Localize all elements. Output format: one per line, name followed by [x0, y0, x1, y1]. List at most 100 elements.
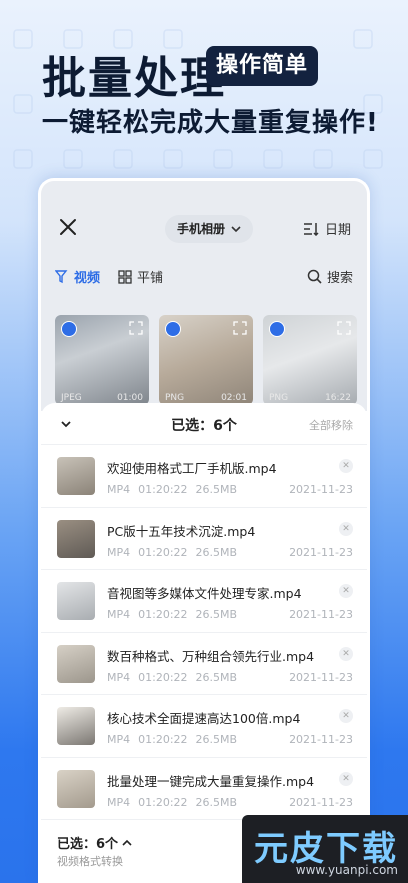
file-format: MP4 — [107, 670, 131, 684]
hero-subtitle: 一键轻松完成大量重复操作! — [42, 108, 379, 138]
hero-title: 批量处理 — [42, 53, 226, 104]
file-name: 欢迎使用格式工厂手机版.mp4 — [107, 461, 277, 476]
sort-button[interactable]: 日期 — [303, 219, 351, 238]
remove-icon[interactable]: ✕ — [339, 771, 353, 786]
file-thumbnail — [57, 769, 95, 808]
grid-icon — [118, 269, 132, 284]
tab-tile[interactable]: 平铺 — [118, 267, 163, 286]
file-format: MP4 — [107, 483, 131, 496]
file-duration: 01:20:22 — [138, 795, 188, 809]
thumb-format: PNG — [165, 393, 185, 403]
selected-number: 6个 — [213, 418, 237, 434]
file-meta: MP4 01:20:22 26.5MB — [107, 546, 237, 559]
hero-badge: 操作简单 — [206, 46, 319, 86]
tab-video[interactable]: 视频 — [55, 267, 100, 286]
sheet-header: 已选：6个 全部移除 — [41, 403, 367, 445]
file-duration: 01:20:22 — [138, 670, 188, 684]
footer-subtitle: 视频格式转换 — [57, 855, 123, 868]
file-size: 26.5MB — [195, 733, 238, 746]
remove-icon[interactable]: ✕ — [339, 646, 353, 661]
file-size: 26.5MB — [195, 608, 238, 621]
file-date: 2021-11-23 — [289, 483, 353, 496]
top-bar: 手机相册 日期 — [41, 181, 367, 273]
search-button[interactable]: 搜索 — [307, 267, 353, 286]
file-duration: 01:20:22 — [138, 733, 188, 746]
check-icon[interactable] — [61, 321, 77, 337]
phone-screen: 手机相册 日期 视频 平铺 搜索 JPEG 01:00 PNG 02:01 PN… — [38, 178, 370, 883]
file-name: 批量处理一键完成大量重复操作.mp4 — [107, 773, 315, 789]
sort-label: 日期 — [324, 223, 351, 238]
file-meta: MP4 01:20:22 26.5MB — [107, 608, 237, 621]
expand-icon[interactable] — [129, 321, 143, 335]
remove-all-button[interactable]: 全部移除 — [309, 417, 353, 433]
media-thumbnail[interactable]: PNG 16:22 — [263, 315, 357, 405]
file-row[interactable]: 数百种格式、万种组合领先行业.mp4 MP4 01:20:22 26.5MB 202… — [41, 633, 367, 695]
chevron-up-icon — [122, 839, 132, 846]
search-label: 搜索 — [326, 271, 353, 286]
file-thumbnail — [57, 707, 95, 745]
file-thumbnail — [57, 644, 95, 683]
file-name: 核心技术全面提速高达100倍.mp4 — [107, 711, 301, 726]
check-icon[interactable] — [269, 321, 285, 337]
selection-sheet: 已选：6个 全部移除 欢迎使用格式工厂手机版.mp4 MP4 01:20:22 26… — [41, 403, 367, 883]
footer-count: 已选：6个 — [57, 837, 119, 852]
remove-icon[interactable]: ✕ — [339, 709, 353, 723]
view-tabs: 视频 平铺 — [55, 267, 163, 286]
album-label: 手机相册 — [177, 222, 226, 236]
file-date: 2021-11-23 — [289, 733, 353, 746]
remove-icon[interactable]: ✕ — [339, 459, 353, 473]
file-row[interactable]: 核心技术全面提速高达100倍.mp4 MP4 01:20:22 26.5MB 202… — [41, 695, 367, 758]
file-duration: 01:20:22 — [138, 545, 188, 559]
album-selector[interactable]: 手机相册 — [165, 215, 254, 243]
file-meta: MP4 01:20:22 26.5MB — [107, 671, 237, 684]
file-format: MP4 — [107, 795, 131, 809]
chevron-down-icon — [231, 226, 241, 233]
selected-label: 已选： — [171, 418, 214, 434]
media-thumbnail[interactable]: JPEG 01:00 — [55, 315, 149, 405]
media-grid: JPEG 01:00 PNG 02:01 PNG 16:22 — [55, 315, 357, 405]
file-format: MP4 — [107, 733, 131, 746]
file-date: 2021-11-23 — [289, 608, 353, 621]
search-icon — [307, 269, 322, 284]
file-format: MP4 — [107, 608, 131, 621]
footer-selected-toggle[interactable]: 已选：6个 — [57, 833, 132, 852]
file-meta: MP4 01:20:22 26.5MB — [107, 796, 237, 809]
file-row[interactable]: 音视图等多媒体文件处理专家.mp4 MP4 01:20:22 26.5MB 2021… — [41, 570, 367, 633]
file-row[interactable]: 批量处理一键完成大量重复操作.mp4 MP4 01:20:22 26.5MB 202… — [41, 758, 367, 820]
tab-video-label: 视频 — [74, 271, 101, 286]
thumb-format: JPEG — [61, 393, 82, 403]
file-size: 26.5MB — [195, 483, 238, 496]
file-thumbnail — [57, 519, 95, 558]
thumb-duration: 02:01 — [221, 393, 247, 403]
thumb-duration: 01:00 — [117, 393, 143, 403]
remove-icon[interactable]: ✕ — [339, 521, 353, 536]
expand-icon[interactable] — [337, 321, 351, 335]
file-size: 26.5MB — [195, 545, 238, 559]
file-name: 音视图等多媒体文件处理专家.mp4 — [107, 586, 302, 601]
expand-icon[interactable] — [233, 321, 247, 335]
file-row[interactable]: PC版十五年技术沉淀.mp4 MP4 01:20:22 26.5MB 2021-11… — [41, 508, 367, 570]
file-size: 26.5MB — [195, 795, 238, 809]
thumb-format: PNG — [269, 393, 289, 403]
file-duration: 01:20:22 — [138, 608, 188, 621]
media-thumbnail[interactable]: PNG 02:01 — [159, 315, 253, 405]
file-name: PC版十五年技术沉淀.mp4 — [107, 523, 256, 539]
thumb-duration: 16:22 — [325, 393, 351, 403]
file-meta: MP4 01:20:22 26.5MB — [107, 483, 237, 496]
remove-icon[interactable]: ✕ — [339, 584, 353, 598]
file-meta: MP4 01:20:22 26.5MB — [107, 733, 237, 746]
file-row[interactable]: 欢迎使用格式工厂手机版.mp4 MP4 01:20:22 26.5MB 2021-1… — [41, 445, 367, 508]
file-date: 2021-11-23 — [289, 670, 353, 684]
file-date: 2021-11-23 — [289, 545, 353, 559]
tab-tile-label: 平铺 — [137, 271, 164, 286]
watermark-url: www.yuanpi.com — [295, 863, 398, 877]
file-name: 数百种格式、万种组合领先行业.mp4 — [107, 648, 315, 664]
file-duration: 01:20:22 — [138, 483, 188, 496]
check-icon[interactable] — [165, 321, 181, 337]
file-date: 2021-11-23 — [289, 795, 353, 809]
file-thumbnail — [57, 582, 95, 620]
watermark: 元皮下载 www.yuanpi.com — [242, 815, 408, 883]
file-size: 26.5MB — [195, 670, 238, 684]
close-icon[interactable] — [59, 218, 77, 236]
file-thumbnail — [57, 457, 95, 495]
